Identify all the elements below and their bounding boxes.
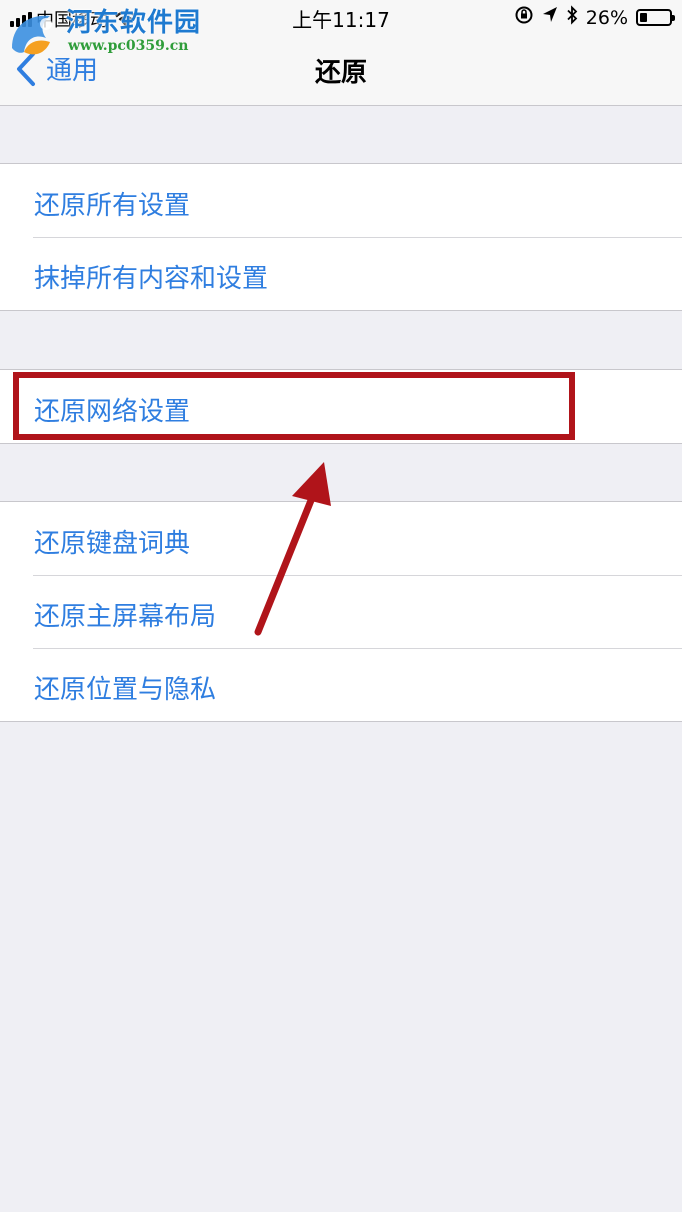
cell-label: 还原位置与隐私 — [34, 675, 217, 705]
reset-all-settings-cell[interactable]: 还原所有设置 — [0, 164, 682, 237]
reset-network-settings-cell[interactable]: 还原网络设置 — [0, 370, 682, 443]
cell-label: 还原网络设置 — [34, 397, 191, 427]
reset-location-privacy-cell[interactable]: 还原位置与隐私 — [0, 648, 682, 721]
reset-group-2: 还原网络设置 — [0, 369, 682, 444]
battery-percent: 26% — [585, 6, 628, 29]
erase-all-content-cell[interactable]: 抹掉所有内容和设置 — [0, 237, 682, 310]
cell-label: 抹掉所有内容和设置 — [34, 264, 269, 294]
bluetooth-icon — [566, 5, 578, 30]
reset-keyboard-dictionary-cell[interactable]: 还原键盘词典 — [0, 502, 682, 575]
battery-icon — [636, 9, 675, 26]
orientation-lock-icon — [514, 5, 534, 30]
cell-label: 还原键盘词典 — [34, 529, 191, 559]
reset-home-screen-layout-cell[interactable]: 还原主屏幕布局 — [0, 575, 682, 648]
page-title: 还原 — [314, 58, 367, 88]
status-right: 26% — [514, 5, 675, 30]
cell-label: 还原所有设置 — [34, 191, 191, 221]
battery-level — [640, 13, 648, 22]
cell-label: 还原主屏幕布局 — [34, 602, 217, 632]
reset-group-3: 还原键盘词典 还原主屏幕布局 还原位置与隐私 — [0, 501, 682, 722]
location-icon — [542, 6, 558, 29]
navigation-bar: 通用 还原 — [0, 36, 682, 106]
reset-group-1: 还原所有设置 抹掉所有内容和设置 — [0, 163, 682, 311]
status-bar: 中国移动 上午11:17 26% — [0, 0, 682, 36]
